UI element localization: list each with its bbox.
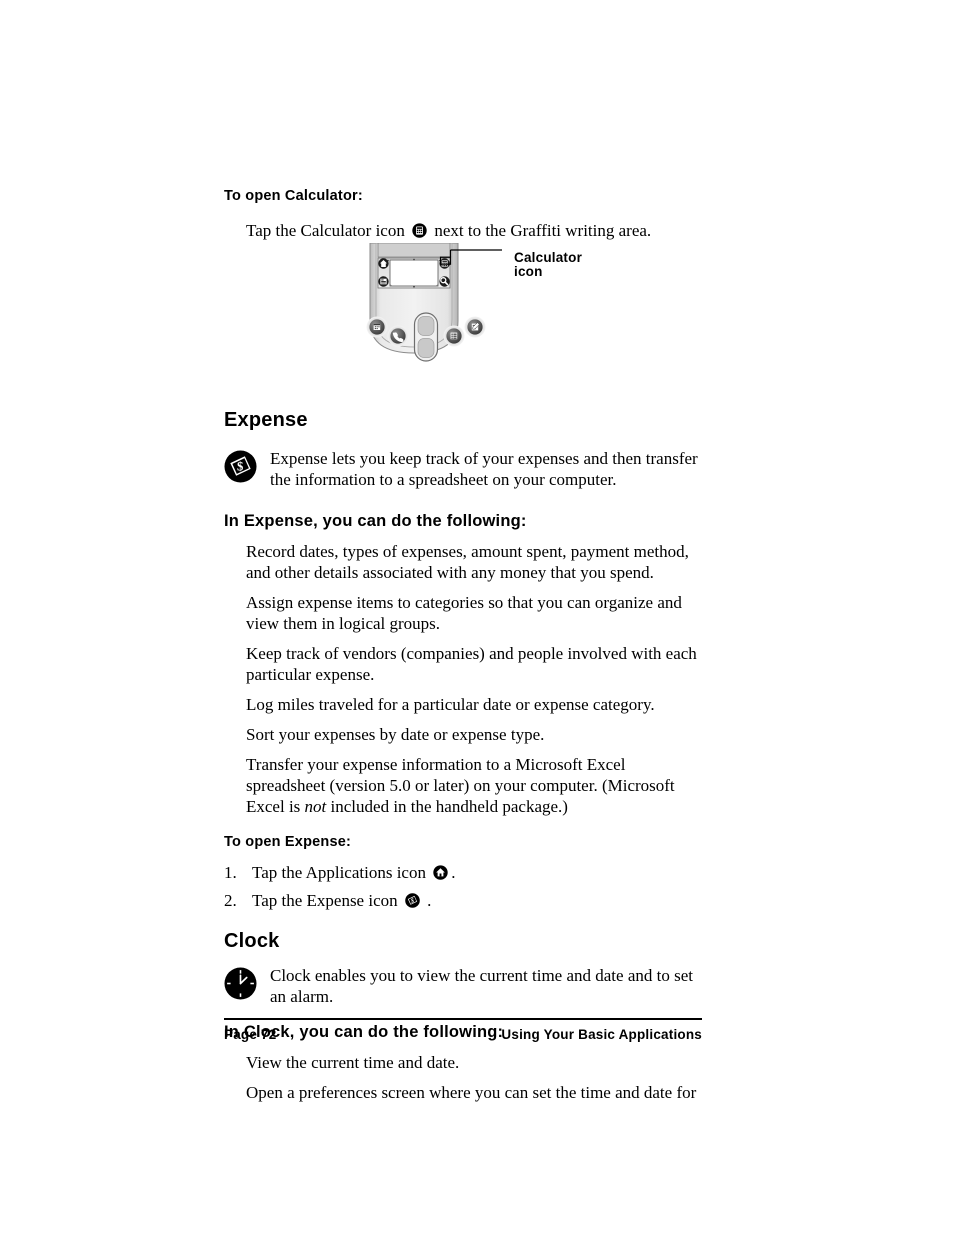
calculator-icon [412, 222, 427, 243]
clock-heading: Clock [224, 930, 280, 952]
hardware-button-memo-pad [464, 316, 486, 338]
running-footer-title: Using Your Basic Applications [501, 1027, 702, 1042]
expense-description: Expense lets you keep track of your expe… [270, 449, 698, 489]
hardware-button-to-do-list [443, 325, 465, 347]
instruction-text-before-icon: Tap the Calculator icon [246, 221, 405, 240]
list-item: Record dates, types of expenses, amount … [246, 542, 689, 582]
callout-line-2: icon [514, 264, 543, 279]
list-item: Keep track of vendors (companies) and pe… [246, 644, 697, 684]
clock-bullet-list: View the current time and date. Open a p… [246, 1052, 702, 1103]
excel-text-part2: included in the handheld package.) [326, 797, 568, 816]
list-item-step-1: 1. Tap the Applications icon . [224, 862, 702, 885]
callout-line-1: Calculator [514, 250, 583, 265]
clock-intro-block: Clock enables you to view the current ti… [224, 965, 702, 1007]
list-item: Sort your expenses by date or expense ty… [246, 725, 545, 744]
list-item: Log miles traveled for a particular date… [246, 695, 655, 714]
clock-description: Clock enables you to view the current ti… [270, 966, 693, 1006]
excel-emphasis: not [304, 797, 327, 816]
footer-divider [224, 1018, 702, 1020]
expense-coin-icon: $ [224, 450, 257, 488]
device-menu-icon [378, 276, 389, 287]
to-open-expense-steps: 1. Tap the Applications icon . 2. Tap th… [224, 862, 702, 913]
list-item-step-2: 2. Tap the Expense icon $ . [224, 890, 702, 913]
hardware-button-address [387, 325, 409, 347]
scroll-rocker [413, 312, 439, 362]
to-open-calculator-heading: To open Calculator: [224, 188, 363, 204]
step-text: Tap the Expense icon [252, 891, 398, 910]
list-item: View the current time and date. [246, 1053, 460, 1072]
expense-subheading: In Expense, you can do the following: [224, 512, 527, 530]
hardware-button-date-book [366, 316, 388, 338]
document-page: To open Calculator: Tap the Calculator i… [0, 0, 954, 1235]
step-text-trailing: . [451, 863, 456, 882]
expense-coin-icon: $ [405, 892, 420, 913]
device-find-icon [439, 276, 450, 287]
device-applications-icon [378, 258, 389, 269]
svg-text:$: $ [411, 897, 414, 904]
list-item-excel: Transfer your expense information to a M… [246, 754, 702, 817]
to-open-calculator-instruction: Tap the Calculator icon next to the Graf… [246, 220, 702, 243]
applications-home-icon [433, 864, 448, 885]
step-text-trailing: . [427, 891, 432, 910]
list-item: Open a preferences screen where you can … [246, 1083, 697, 1102]
expense-intro-block: $ Expense lets you keep track of your ex… [224, 448, 702, 490]
list-item: Assign expense items to categories so th… [246, 593, 682, 633]
clock-icon [224, 967, 257, 1005]
page-number: Page 72 [224, 1027, 277, 1042]
step-number: 2. [224, 891, 237, 910]
expense-heading: Expense [224, 409, 308, 431]
svg-text:$: $ [237, 460, 243, 474]
page-footer: Page 72 Using Your Basic Applications [224, 1018, 702, 1042]
to-open-expense-heading: To open Expense: [224, 834, 352, 850]
handheld-device-figure: Calculator icon [352, 242, 612, 383]
expense-bullet-list: Record dates, types of expenses, amount … [246, 541, 702, 817]
figure-callout-calculator-icon: Calculator icon [514, 251, 582, 279]
step-number: 1. [224, 863, 237, 882]
instruction-text-after-icon: next to the Graffiti writing area. [434, 221, 652, 240]
step-text: Tap the Applications icon [252, 863, 426, 882]
